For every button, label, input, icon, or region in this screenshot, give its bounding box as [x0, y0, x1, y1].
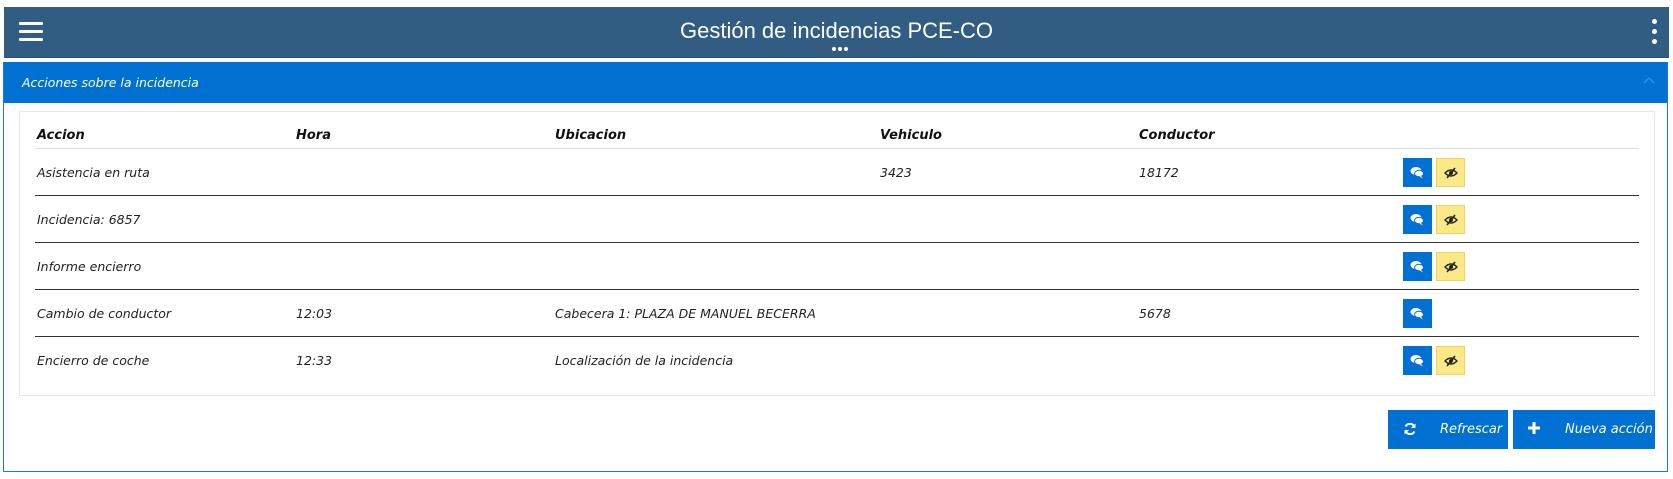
column-header-hora: Hora: [294, 122, 553, 149]
cell-conductor: [1137, 195, 1401, 243]
panel-title: Acciones sobre la incidencia: [22, 75, 199, 90]
cell-conductor: [1137, 337, 1401, 384]
kebab-icon[interactable]: [1651, 19, 1657, 45]
cell-accion: Cambio de conductor: [35, 289, 294, 337]
cell-ubicacion: Localización de la incidencia: [555, 352, 734, 368]
cell-hora: 12:03: [294, 289, 553, 337]
cell-ubicacion: [553, 195, 878, 243]
new-action-label: Nueva acción: [1565, 422, 1653, 437]
comment-button[interactable]: [1403, 204, 1432, 234]
plus-icon: [1528, 422, 1540, 434]
cell-hora: [294, 195, 553, 243]
eye-slash-icon: [1444, 355, 1458, 366]
column-header-ubicacion: Ubicacion: [553, 122, 878, 149]
comment-button[interactable]: [1403, 251, 1432, 281]
new-action-button[interactable]: Nueva acción: [1513, 410, 1655, 449]
cell-accion: Incidencia: 6857: [35, 195, 294, 243]
comment-icon: [1410, 307, 1424, 319]
eye-slash-icon: [1444, 167, 1458, 178]
panel-header[interactable]: Acciones sobre la incidencia: [4, 62, 1667, 103]
table-row: Asistencia en ruta 3423 18172: [35, 148, 1639, 196]
app-header: Gestión de incidencias PCE-CO: [0, 0, 1673, 58]
cell-vehiculo: [878, 337, 1137, 384]
row-actions: [1401, 195, 1639, 243]
cell-accion: Asistencia en ruta: [35, 148, 294, 196]
actions-table: Accion Hora Ubicacion Vehiculo Conductor…: [35, 122, 1639, 383]
cell-conductor: 5678: [1137, 289, 1401, 337]
cell-hora: 12:33: [296, 352, 333, 368]
cell-ubicacion: Cabecera 1: PLAZA DE MANUEL BECERRA: [553, 289, 878, 337]
column-header-accion: Accion: [35, 122, 294, 149]
drag-handle-icon[interactable]: [832, 47, 850, 52]
table-row: Informe encierro: [35, 242, 1639, 290]
actions-panel: Acciones sobre la incidencia Accion Hora…: [3, 62, 1668, 472]
hide-button[interactable]: [1436, 251, 1465, 281]
comment-icon: [1410, 213, 1424, 225]
comment-icon: [1410, 166, 1424, 178]
cell-conductor: 18172: [1137, 148, 1401, 196]
cell-ubicacion: [553, 148, 878, 196]
chevron-up-icon[interactable]: [1643, 76, 1655, 84]
row-actions: [1401, 148, 1639, 196]
cell-ubicacion: [553, 242, 878, 290]
cell-hora: [294, 148, 553, 196]
comment-icon: [1410, 354, 1424, 366]
hide-button[interactable]: [1436, 157, 1465, 187]
column-header-actions: [1401, 122, 1639, 149]
cell-hora: [294, 242, 553, 290]
table-row: Encierro de coche 12:33 Localización de la…: [35, 337, 1639, 384]
cell-accion: Informe encierro: [35, 242, 294, 290]
refresh-button[interactable]: Refrescar: [1388, 410, 1508, 449]
comment-button[interactable]: [1403, 157, 1432, 187]
table-row: Incidencia: 6857: [35, 195, 1639, 243]
refresh-icon: [1404, 422, 1416, 436]
row-actions: [1401, 337, 1639, 384]
cell-accion: Encierro de coche: [37, 352, 150, 368]
row-actions: [1401, 289, 1639, 337]
app-header-bar: Gestión de incidencias PCE-CO: [4, 7, 1669, 58]
refresh-label: Refrescar: [1440, 422, 1503, 437]
comment-button[interactable]: [1403, 345, 1432, 375]
cell-vehiculo: [878, 242, 1137, 290]
eye-slash-icon: [1444, 214, 1458, 225]
table-row: Cambio de conductor 12:03 Cabecera 1: PLAZ…: [35, 289, 1639, 337]
actions-table-container: Accion Hora Ubicacion Vehiculo Conductor…: [19, 111, 1655, 396]
column-header-vehiculo: Vehiculo: [878, 122, 1137, 149]
column-header-conductor: Conductor: [1137, 122, 1401, 149]
table-header-row: Accion Hora Ubicacion Vehiculo Conductor: [35, 122, 1639, 149]
app-title: Gestión de incidencias PCE-CO: [679, 18, 994, 43]
cell-vehiculo: 3423: [878, 148, 1137, 196]
cell-conductor: [1137, 242, 1401, 290]
row-actions: [1401, 242, 1639, 290]
comment-icon: [1410, 260, 1424, 272]
cell-vehiculo: [878, 195, 1137, 243]
cell-vehiculo: [878, 289, 1137, 337]
hide-button[interactable]: [1436, 345, 1465, 375]
hide-button[interactable]: [1436, 204, 1465, 234]
comment-button[interactable]: [1403, 298, 1432, 328]
eye-slash-icon: [1444, 261, 1458, 272]
